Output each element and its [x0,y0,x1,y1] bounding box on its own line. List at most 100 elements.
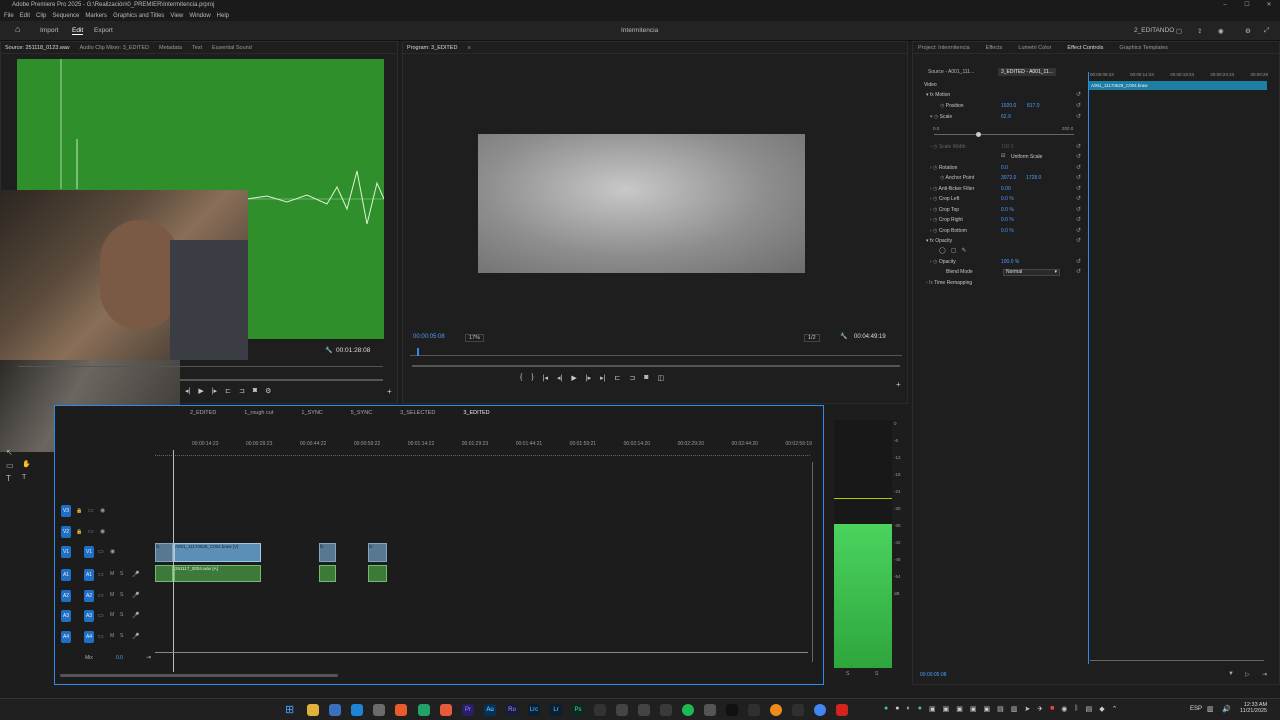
ec-value[interactable]: 0.0 % [1001,227,1014,236]
audio-clip-selected[interactable]: 251117_0004.wav [A] [174,565,261,582]
ec-row-position[interactable]: ◷ Position 1920.0 817.0 [926,102,1086,111]
app-icon-4[interactable] [704,704,716,716]
app-icon-2[interactable] [594,704,606,716]
tab-effect-controls[interactable]: Effect Controls [1067,45,1103,51]
mute-button[interactable]: M [110,571,114,577]
play-icon[interactable]: ▶ [198,387,203,395]
uniform-scale-checkbox[interactable]: ☑ [1001,153,1005,159]
home-icon[interactable]: ⌂ [15,24,20,34]
ec-ruler[interactable]: 00:00:09:23 00:00:14:23 00:00:19:23 00:0… [1090,72,1268,77]
toggle-sync-icon[interactable]: ▭ [88,507,94,514]
extract-icon[interactable]: ⊐ [629,374,635,382]
pen-tool-icon[interactable]: 𝖳 [22,473,31,481]
mic-icon[interactable]: 🎤 [132,592,139,599]
ec-value[interactable]: 1920.0 [1001,102,1016,111]
tab-essential-sound[interactable]: Essential Sound [212,45,252,51]
ec-row-opacity-group[interactable]: ▾ fx Opacity [926,237,1086,246]
minimize-button[interactable]: – [1214,0,1236,11]
mic-icon[interactable]: 🎤 [132,633,139,640]
step-forward-program-icon[interactable]: |▸ [586,374,591,382]
menu-markers[interactable]: Markers [85,11,107,21]
settings-icon[interactable]: ⚙ [1245,27,1251,35]
reset-icon[interactable]: ↺ [1076,206,1081,213]
tab-audio-mixer[interactable]: Audio Clip Mixer: 3_EDITED [80,45,149,51]
app-icon[interactable] [373,704,385,716]
edit-tab[interactable]: Edit [72,27,84,35]
toggle-sync-icon[interactable]: ▭ [98,571,104,578]
ec-row-blend-mode[interactable]: Blend Mode Normal ▾ [926,268,1086,277]
menu-clip[interactable]: Clip [36,11,46,21]
reset-icon[interactable]: ↺ [1076,91,1081,98]
play-audio-icon[interactable]: ▷ [1245,671,1250,678]
ec-row-crop-bottom[interactable]: › ◷ Crop Bottom 0.0 % [926,227,1086,236]
track-target-a1[interactable]: A1 [84,569,94,581]
quick-export-icon[interactable]: ▢ [1176,27,1182,35]
camera-icon[interactable]: ◙ [253,387,257,395]
spotify-icon[interactable] [682,704,694,716]
ec-footer-time[interactable]: 00:00:05:08 [920,672,946,678]
hand-tool-icon[interactable]: ✋ [22,460,31,468]
notion-icon[interactable] [616,704,628,716]
menu-view[interactable]: View [170,11,183,21]
play-program-icon[interactable]: ▶ [571,374,576,382]
filter-icon[interactable]: ▼ [1228,671,1234,677]
step-back-icon[interactable]: ◂| [185,387,190,395]
go-to-in-icon[interactable]: |◂ [543,374,548,382]
video-clip[interactable]: fx [319,543,336,562]
step-forward-icon[interactable]: |▸ [212,387,217,395]
mark-in-icon[interactable]: { [520,374,522,382]
reset-icon[interactable]: ↺ [1076,143,1081,150]
ec-value-2[interactable]: 817.0 [1027,102,1040,111]
solo-button[interactable]: S [120,571,123,577]
source-zoom-bar[interactable] [180,379,383,381]
comparison-icon[interactable]: ◫ [657,374,664,382]
timeline-work-area[interactable] [155,453,810,456]
menu-sequence[interactable]: Sequence [52,11,79,21]
track-v2[interactable]: V2 🔒 ▭ ◉ [58,526,154,542]
tray-icon[interactable]: ᛒ [1074,705,1078,713]
close-button[interactable]: ✕ [1258,0,1280,11]
tab-seq-3-edited[interactable]: 3_EDITED [463,410,489,416]
premiere-icon[interactable]: Pr [462,704,474,716]
timeline-horizontal-scroll[interactable] [60,674,338,677]
source-time-ruler[interactable] [18,366,383,370]
track-v1[interactable]: V1 V1 ▭ ◉ [58,546,154,562]
track-a3[interactable]: A3 A3 ▭ M S 🎤 [58,610,154,626]
tray-icon[interactable]: ▥ [1011,705,1018,713]
insert-icon[interactable]: ⊏ [225,387,231,395]
solo-button[interactable]: S [120,633,123,639]
ec-row-crop-left[interactable]: › ◷ Crop Left 0.0 % [926,195,1086,204]
tab-project[interactable]: Project: Intermitencia [918,45,970,51]
chrome-icon[interactable] [814,704,826,716]
scale-slider-track[interactable] [934,134,1074,135]
file-explorer-icon[interactable] [307,704,319,716]
export-frame-icon[interactable]: ◙ [644,374,648,382]
audio-clip[interactable] [368,565,387,582]
solo-left-button[interactable]: S [846,671,849,677]
type-tool-icon[interactable]: T [6,474,14,483]
reset-icon[interactable]: ↺ [1076,102,1081,109]
solo-button[interactable]: S [120,612,123,618]
chevron-up-icon[interactable]: ⌃ [1112,705,1118,713]
scale-slider-thumb[interactable] [976,132,981,137]
import-tab[interactable]: Import [40,27,58,34]
tray-icon[interactable]: ◉ [1061,705,1067,713]
firefox-icon[interactable] [440,704,452,716]
settings-small-icon[interactable]: ⚙ [265,387,271,395]
overwrite-icon[interactable]: ⊐ [239,387,245,395]
timeline-ruler[interactable]: 00:00:14:23 00:00:29:23 00:00:44:22 00:0… [192,441,812,447]
lift-icon[interactable]: ⊏ [614,374,620,382]
ec-row-antiflicker[interactable]: › ◷ Anti-flicker Filter 0.00 [926,185,1086,194]
ec-value-2[interactable]: 1728.0 [1026,174,1041,183]
tray-icon[interactable]: ▣ [983,705,990,713]
tray-icon[interactable]: ● [884,705,888,713]
program-time-ruler[interactable] [410,347,902,356]
tray-icon[interactable]: ● [895,705,899,713]
video-clip[interactable]: fx [155,543,173,562]
track-target-a4[interactable]: A4 [84,631,94,643]
tray-icon[interactable]: ▣ [970,705,977,713]
blender-icon[interactable] [770,704,782,716]
mark-out-icon[interactable]: } [531,374,533,382]
reset-icon[interactable]: ↺ [1076,258,1081,265]
store-icon[interactable] [329,704,341,716]
